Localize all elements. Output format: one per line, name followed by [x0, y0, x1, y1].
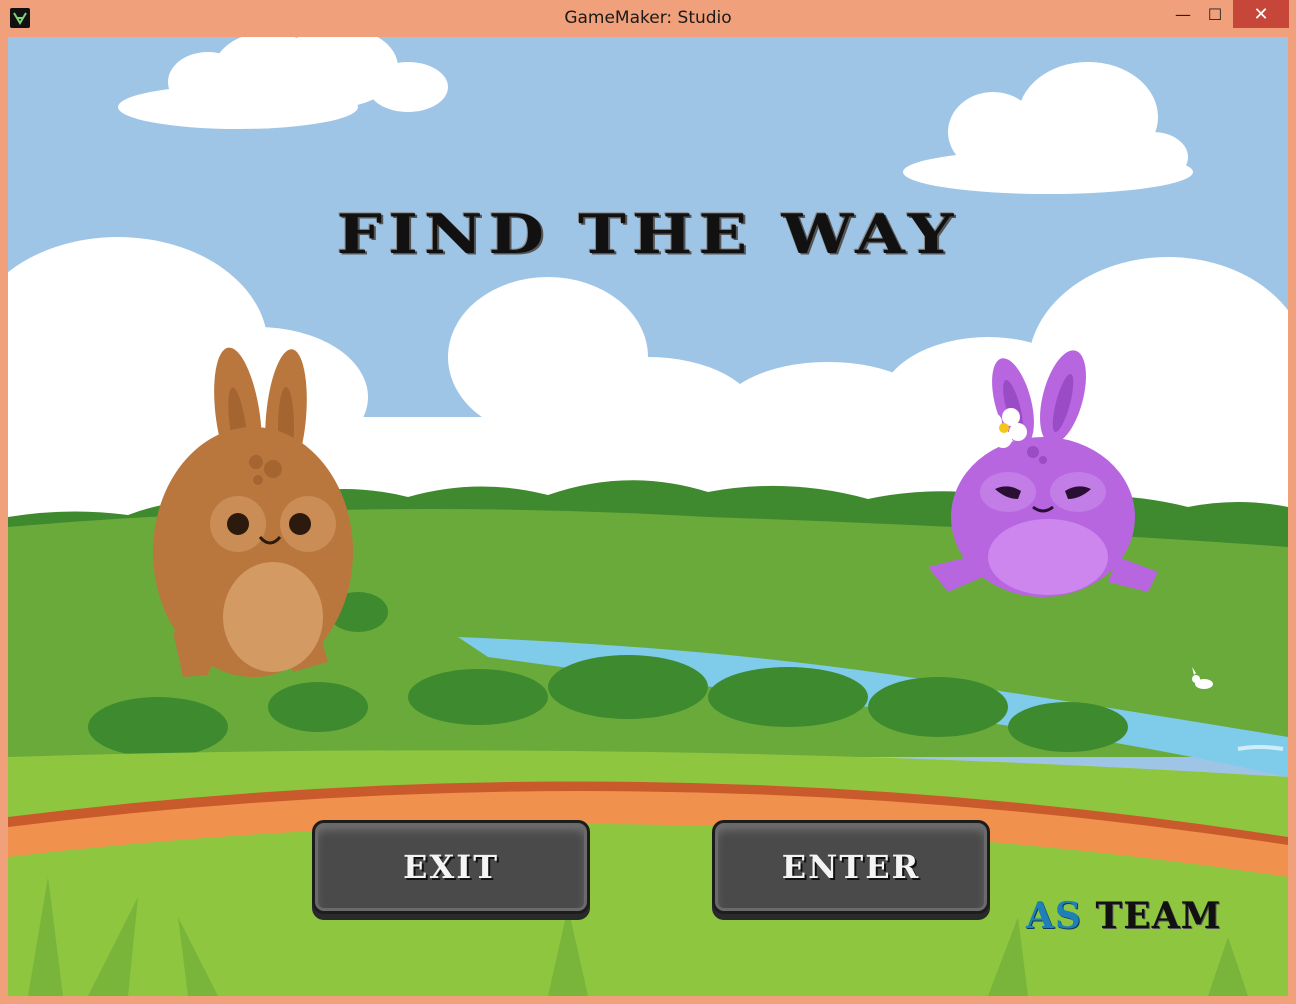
enter-button-label: ENTER: [781, 848, 921, 886]
window-title: GameMaker: Studio: [564, 8, 732, 28]
close-button[interactable]: ✕: [1233, 0, 1289, 28]
team-suffix: TEAM: [1095, 895, 1222, 937]
game-background-scene: [8, 37, 1288, 996]
minimize-button[interactable]: —: [1168, 0, 1198, 28]
exit-button-label: EXIT: [403, 848, 499, 886]
game-viewport: FIND THE WAY EXIT ENTER AS TEAM: [8, 37, 1288, 996]
team-credit: AS TEAM: [1026, 895, 1222, 937]
minimize-icon: —: [1175, 4, 1191, 24]
close-icon: ✕: [1253, 3, 1269, 25]
team-prefix: AS: [1026, 895, 1082, 937]
game-title: FIND THE WAY: [336, 202, 960, 267]
game-window: GameMaker: Studio — ☐ ✕ FIND THE WAY EXI…: [0, 0, 1296, 1004]
enter-button[interactable]: ENTER: [712, 820, 990, 914]
exit-button[interactable]: EXIT: [312, 820, 590, 914]
maximize-icon: ☐: [1207, 4, 1223, 24]
title-bar[interactable]: GameMaker: Studio — ☐ ✕: [0, 0, 1296, 36]
maximize-button[interactable]: ☐: [1200, 0, 1230, 28]
